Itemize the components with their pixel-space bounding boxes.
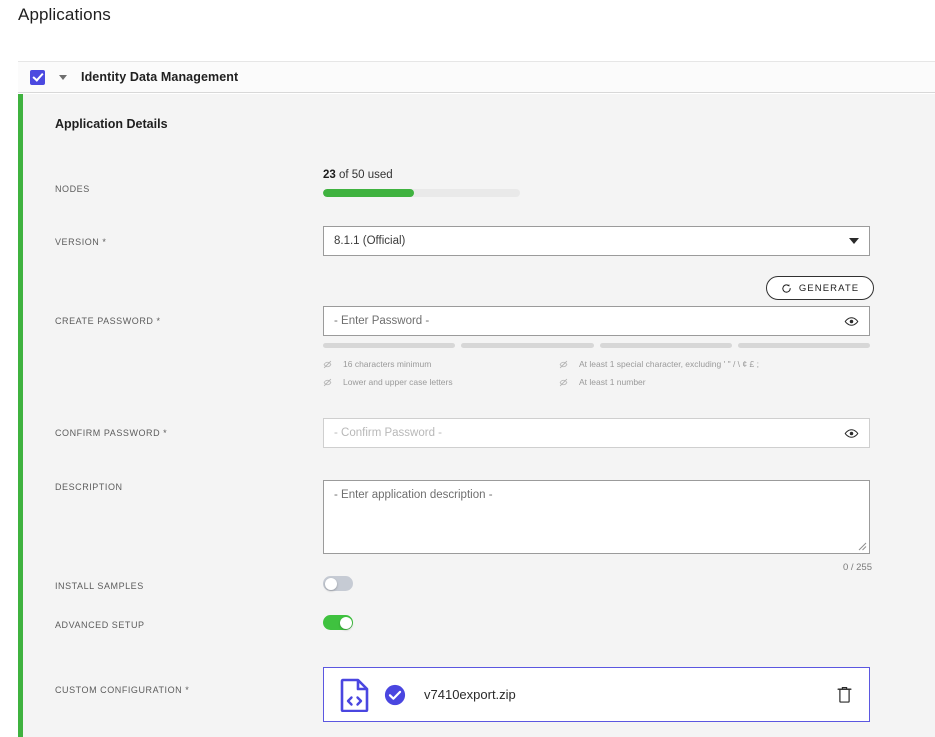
password-strength-meter bbox=[323, 343, 870, 348]
strength-segment bbox=[737, 343, 870, 348]
version-selected-value: 8.1.1 (Official) bbox=[334, 235, 406, 247]
password-rule: 16 characters minimum bbox=[323, 359, 559, 369]
password-rule-text: At least 1 number bbox=[579, 377, 646, 387]
resize-handle-icon[interactable] bbox=[857, 541, 867, 551]
install-samples-group bbox=[323, 576, 353, 591]
nodes-value-group: 23 of 50 used bbox=[323, 169, 520, 197]
password-rule-text: At least 1 special character, excluding … bbox=[579, 359, 759, 369]
confirm-password-placeholder: - Confirm Password - bbox=[334, 427, 442, 439]
description-label: DESCRIPTION bbox=[55, 482, 123, 492]
panel-title: Application Details bbox=[55, 117, 168, 131]
confirm-password-label: CONFIRM PASSWORD * bbox=[55, 428, 168, 438]
rule-unmet-icon bbox=[559, 360, 568, 368]
application-details-panel: Application Details NODES 23 of 50 used … bbox=[18, 94, 935, 737]
uploaded-file-name: v7410export.zip bbox=[424, 687, 516, 702]
page-title: Applications bbox=[18, 5, 111, 24]
toggle-knob bbox=[339, 616, 352, 629]
create-password-group: - Enter Password - 16 characters minimum bbox=[323, 306, 883, 387]
refresh-icon bbox=[782, 283, 791, 293]
nodes-label: NODES bbox=[55, 184, 90, 194]
application-select-checkbox[interactable] bbox=[30, 69, 45, 85]
create-password-placeholder: - Enter Password - bbox=[334, 315, 430, 327]
advanced-setup-group bbox=[323, 615, 353, 630]
password-rule-text: 16 characters minimum bbox=[343, 359, 432, 369]
advanced-setup-toggle[interactable] bbox=[323, 615, 353, 630]
eye-icon[interactable] bbox=[844, 314, 859, 329]
code-file-icon bbox=[340, 678, 369, 712]
strength-segment bbox=[461, 343, 594, 348]
strength-segment bbox=[323, 343, 456, 348]
version-select-group: 8.1.1 (Official) bbox=[323, 226, 870, 256]
strength-segment bbox=[599, 343, 732, 348]
nodes-total-text: of 50 used bbox=[335, 169, 393, 181]
description-placeholder: - Enter application description - bbox=[334, 489, 493, 501]
confirm-password-input[interactable]: - Confirm Password - bbox=[323, 418, 870, 448]
description-textarea[interactable]: - Enter application description - bbox=[323, 480, 870, 554]
nodes-progress-fill bbox=[323, 189, 414, 197]
nodes-progress-bar bbox=[323, 189, 520, 197]
generate-button-label: GENERATE bbox=[798, 282, 860, 294]
password-rule: Lower and upper case letters bbox=[323, 377, 559, 387]
rule-unmet-icon bbox=[559, 378, 568, 386]
create-password-input[interactable]: - Enter Password - bbox=[323, 306, 870, 336]
chevron-down-icon[interactable] bbox=[849, 238, 859, 244]
create-password-label: CREATE PASSWORD * bbox=[55, 316, 161, 326]
version-label: VERSION * bbox=[55, 237, 107, 247]
rule-unmet-icon bbox=[323, 360, 332, 368]
description-char-counter: 0 / 255 bbox=[842, 562, 872, 573]
custom-configuration-group: v7410export.zip bbox=[323, 667, 870, 722]
application-accordion-header[interactable]: Identity Data Management bbox=[18, 61, 935, 93]
generate-password-button[interactable]: GENERATE bbox=[766, 276, 874, 300]
nodes-used-count: 23 bbox=[323, 169, 336, 181]
password-rules-list: 16 characters minimum At least 1 special… bbox=[323, 359, 883, 387]
advanced-setup-label: ADVANCED SETUP bbox=[55, 620, 145, 630]
rule-unmet-icon bbox=[323, 378, 332, 386]
trash-icon[interactable] bbox=[836, 685, 853, 704]
uploaded-file-row[interactable]: v7410export.zip bbox=[323, 667, 870, 722]
description-group: - Enter application description - bbox=[323, 480, 870, 554]
eye-icon[interactable] bbox=[844, 426, 859, 441]
password-rule: At least 1 special character, excluding … bbox=[559, 359, 883, 369]
confirm-password-group: - Confirm Password - bbox=[323, 418, 870, 448]
version-select[interactable]: 8.1.1 (Official) bbox=[323, 226, 870, 256]
custom-configuration-label: CUSTOM CONFIGURATION * bbox=[55, 685, 190, 695]
install-samples-toggle[interactable] bbox=[323, 576, 353, 591]
toggle-knob bbox=[324, 577, 337, 590]
password-rule-text: Lower and upper case letters bbox=[343, 377, 453, 387]
install-samples-label: INSTALL SAMPLES bbox=[55, 581, 144, 591]
upload-success-check-icon bbox=[384, 684, 406, 705]
password-rule: At least 1 number bbox=[559, 377, 883, 387]
nodes-usage-text: 23 of 50 used bbox=[323, 169, 520, 181]
application-name: Identity Data Management bbox=[81, 70, 239, 84]
chevron-down-icon[interactable] bbox=[59, 74, 67, 80]
